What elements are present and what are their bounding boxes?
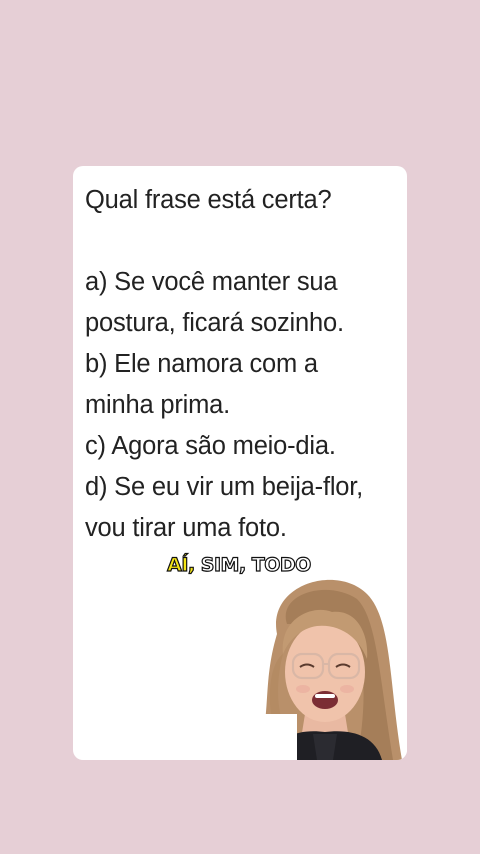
video-overlay[interactable] bbox=[217, 564, 407, 760]
option-a-line-1: a) Se você manter sua bbox=[85, 268, 338, 296]
quiz-card: Qual frase está certa? a) Se você manter… bbox=[73, 166, 407, 760]
caption-highlight: AÍ, bbox=[167, 553, 196, 576]
video-caption: AÍ, SIM, TODO bbox=[161, 553, 317, 576]
quiz-text: Qual frase está certa? a) Se você manter… bbox=[85, 180, 401, 549]
option-b-line-2: minha prima. bbox=[85, 391, 230, 419]
caption-rest: SIM, TODO bbox=[194, 553, 312, 576]
presenter-image bbox=[217, 564, 407, 760]
option-d-line-2: vou tirar uma foto. bbox=[85, 514, 287, 542]
option-c-line-1: c) Agora são meio-dia. bbox=[85, 432, 336, 460]
option-d-line-1: d) Se eu vir um beija-flor, bbox=[85, 473, 364, 501]
video-watermark: ícia bbox=[223, 729, 243, 741]
option-b-line-1: b) Ele namora com a bbox=[85, 350, 318, 378]
quiz-title: Qual frase está certa? bbox=[85, 186, 332, 214]
option-a-line-2: postura, ficará sozinho. bbox=[85, 309, 344, 337]
